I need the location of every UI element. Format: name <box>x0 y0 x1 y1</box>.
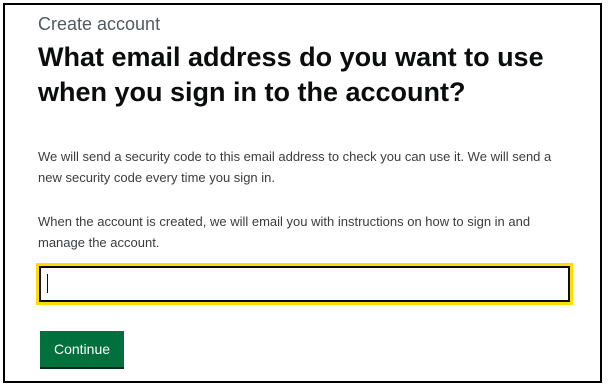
account-instructions-hint: When the account is created, we will ema… <box>38 214 531 250</box>
email-field[interactable] <box>36 263 573 305</box>
continue-button[interactable]: Continue <box>40 331 124 367</box>
page-caption: Create account <box>38 14 161 34</box>
page-title: What email address do you want to use wh… <box>38 42 544 107</box>
text-caret <box>47 274 48 293</box>
security-code-hint: We will send a security code to this ema… <box>38 149 552 185</box>
